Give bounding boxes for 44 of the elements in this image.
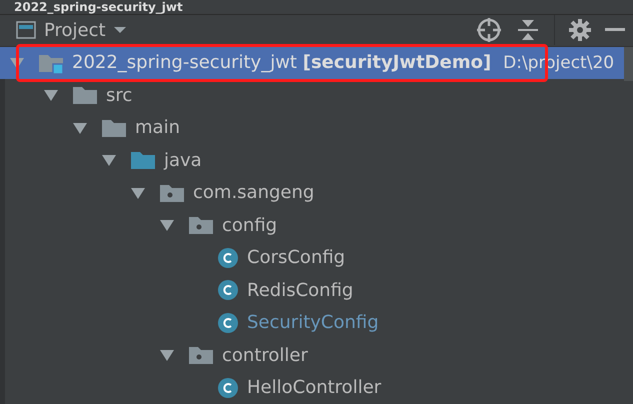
package-folder-icon — [188, 214, 214, 236]
tree-item-label: java — [164, 150, 202, 171]
tree-item-label: controller — [222, 344, 308, 366]
collapse-all-icon[interactable] — [516, 18, 540, 42]
tree-row[interactable]: RedisConfig — [5, 274, 624, 306]
class-icon — [217, 246, 239, 269]
expand-arrow-icon[interactable] — [102, 154, 116, 166]
locate-icon[interactable] — [476, 17, 502, 44]
tree-row[interactable]: src — [5, 79, 624, 112]
tree-item-label: main — [135, 117, 180, 138]
tree-row[interactable]: CorsConfig — [5, 242, 624, 274]
settings-icon[interactable] — [569, 19, 591, 42]
caret-icon — [114, 26, 126, 34]
tree-item-label: config — [222, 214, 278, 236]
expand-arrow-icon[interactable] — [131, 186, 145, 199]
folder-icon — [130, 149, 156, 172]
tree-item-label: com.sangeng — [193, 182, 314, 204]
class-icon — [217, 279, 239, 302]
tree-row[interactable]: com.sangeng — [5, 176, 624, 209]
tree-row[interactable]: controller — [5, 339, 624, 372]
window-icon — [16, 21, 36, 40]
window-title: 2022_spring-security_jwt — [14, 0, 183, 14]
expand-arrow-icon[interactable] — [44, 89, 58, 102]
tree-row[interactable]: SecurityConfig — [5, 306, 624, 339]
tree-item-label: HelloController — [247, 377, 382, 398]
minimize-icon[interactable] — [605, 28, 625, 32]
tree-item-label: SecurityConfig — [247, 312, 379, 334]
scrollbar[interactable] — [624, 46, 633, 80]
class-icon — [217, 376, 239, 399]
tree-item-label: 2022_spring-security_jwt [securityJwtDemo] — [72, 52, 492, 74]
expand-arrow-icon[interactable] — [160, 219, 174, 232]
expand-arrow-icon[interactable] — [73, 122, 87, 134]
class-icon — [217, 312, 239, 334]
tree-row[interactable]: config — [5, 209, 624, 242]
tree-row[interactable]: java — [5, 144, 624, 176]
tree-row[interactable]: HelloController — [5, 372, 624, 404]
folder-icon — [72, 84, 98, 106]
tree-item-label: RedisConfig — [247, 280, 354, 301]
expand-arrow-icon[interactable] — [160, 349, 174, 362]
tree-item-label: CorsConfig — [247, 247, 346, 268]
package-folder-icon — [188, 344, 214, 366]
tree-row[interactable]: main — [5, 112, 624, 144]
tree-item-label: src — [106, 84, 132, 106]
view-selector[interactable]: Project — [16, 20, 126, 41]
